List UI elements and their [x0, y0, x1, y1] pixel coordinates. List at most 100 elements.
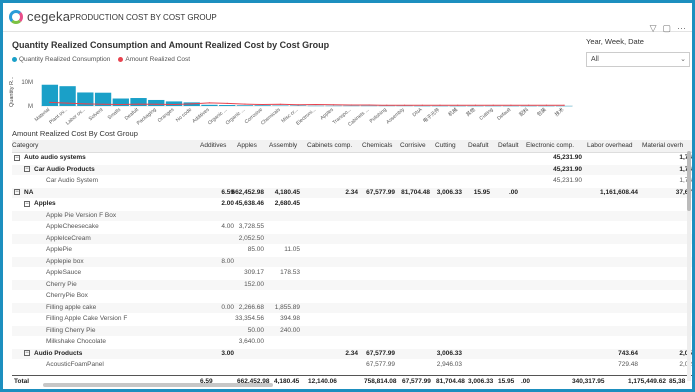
x-tick-label: 技术: [553, 106, 565, 118]
table-row[interactable]: AppleCheesecake 4.00 3,728.55: [12, 222, 692, 232]
row-label-text: NA: [24, 188, 34, 196]
table-row[interactable]: Car Audio System 45,231.90 1,76: [12, 176, 692, 186]
column-header[interactable]: Cutting: [435, 142, 456, 149]
column-header[interactable]: Electronic comp.: [526, 142, 574, 149]
row-label: Cherry Pie: [46, 281, 77, 288]
table-cell: .00: [508, 188, 518, 196]
table-row[interactable]: Milkshake Chocolate 3,640.00: [12, 337, 692, 347]
table-row[interactable]: AcousticFoamPanel 67,577.99 2,946.03 729.48…: [12, 360, 692, 370]
point-amount: [155, 103, 157, 105]
table-row[interactable]: AppleIceCream 2,052.50: [12, 233, 692, 244]
table-cell: 3.00: [221, 349, 234, 357]
legend-item-quantity[interactable]: Quantity Realized Consumption: [12, 56, 110, 63]
row-label: Filling Cherry Pie: [46, 327, 96, 334]
total-cell: 1,175,449.62: [628, 378, 666, 385]
focus-icon[interactable]: ▢: [662, 23, 671, 34]
table-row[interactable]: Applepie box 8.00: [12, 256, 692, 267]
point-amount: [474, 104, 477, 106]
column-header[interactable]: Corrisive: [400, 142, 426, 149]
row-label-text: ApplePie: [46, 246, 73, 253]
table-cell: 2.34: [345, 188, 358, 196]
collapse-icon[interactable]: −: [14, 189, 20, 195]
table-row[interactable]: Cherry Pie 152.00: [12, 279, 692, 290]
x-tick-label: No code: [175, 107, 193, 124]
row-label: Apple Pie Version F Box: [46, 212, 116, 219]
row-label: Car Audio System: [46, 177, 98, 184]
slicer-title: Year, Week, Date: [586, 37, 644, 46]
table-row[interactable]: − Auto audio systems 45,231.90 1,76: [12, 153, 692, 163]
column-header[interactable]: Deafult: [468, 142, 489, 149]
table-row[interactable]: Filling Apple Cake Version F 33,354.56 394…: [12, 314, 692, 324]
slicer-dropdown[interactable]: All ⌄: [586, 52, 690, 67]
table-cell: 2,946.03: [436, 361, 462, 368]
table-cell: 240.00: [280, 326, 300, 334]
point-amount: [49, 101, 51, 103]
table-row[interactable]: AppleSauce 309.17 178.53: [12, 268, 692, 278]
column-header[interactable]: Labor overhead: [587, 142, 633, 149]
bar-quantity: [201, 104, 218, 106]
point-amount: [528, 104, 530, 106]
collapse-icon[interactable]: −: [14, 154, 20, 161]
table-row[interactable]: ApplePie 85.00 11.05: [12, 245, 692, 255]
table-row[interactable]: CherryPie Box: [12, 291, 692, 301]
collapse-icon[interactable]: −: [24, 350, 30, 356]
table-row[interactable]: − Apples 2.00 45,638.46 2,680.45: [12, 199, 692, 209]
logo-text: cegeka: [27, 9, 71, 24]
point-amount: [421, 104, 423, 106]
point-amount: [333, 104, 335, 106]
table-row[interactable]: Filling Cherry Pie 50.00 240.00: [12, 325, 692, 336]
table-cell: 394.98: [280, 315, 300, 322]
horizontal-scrollbar[interactable]: [43, 383, 273, 387]
more-icon[interactable]: ⋯: [677, 23, 686, 34]
row-label: AcousticFoamPanel: [46, 361, 104, 368]
vertical-scrollbar[interactable]: [687, 151, 691, 381]
row-label-text: AppleCheesecake: [46, 223, 99, 230]
column-header[interactable]: Cabinets comp.: [307, 142, 352, 149]
legend-dot-icon: [12, 56, 17, 62]
collapse-icon[interactable]: −: [24, 166, 30, 172]
x-tick-label: Assembly: [385, 107, 406, 126]
column-header[interactable]: Material overh: [642, 142, 683, 149]
chart-title: Quantity Realized Consumption and Amount…: [12, 40, 330, 50]
column-header[interactable]: Apples: [237, 142, 257, 149]
x-tick-label: DNA: [412, 107, 424, 119]
x-tick-label: Electroni...: [295, 107, 317, 127]
filter-icon[interactable]: ▽: [650, 23, 657, 34]
table-row[interactable]: − Audio Products 3.00 2.34 67,577.99 3,006.33…: [12, 348, 692, 359]
table-cell: 1,855.89: [274, 303, 300, 311]
point-amount: [137, 103, 140, 105]
total-label: Total: [14, 378, 30, 385]
table-row[interactable]: Apple Pie Version F Box: [12, 210, 692, 221]
x-tick-label: Default: [496, 107, 512, 122]
point-amount: [262, 103, 264, 106]
bar-quantity: [236, 105, 254, 106]
table-cell: 178.53: [280, 269, 300, 276]
table-cell: 67,577.99: [366, 361, 395, 368]
collapse-icon[interactable]: −: [24, 200, 30, 207]
x-tick-label: 电子元件: [421, 106, 441, 124]
column-header[interactable]: Assembly: [269, 142, 297, 149]
point-amount: [67, 102, 69, 104]
column-header[interactable]: Default: [498, 142, 519, 149]
table-cell: 1,161,608.44: [600, 188, 638, 196]
table-row[interactable]: − Car Audio Products 45,231.90 1,76: [12, 164, 692, 175]
legend-item-amount[interactable]: Amount Realized Cost: [118, 56, 190, 63]
row-label-text: Car Audio System: [46, 177, 99, 184]
total-cell: 15.95: [498, 378, 515, 385]
column-header[interactable]: Additives: [200, 142, 226, 149]
table-cell: 0.00: [221, 303, 234, 311]
point-amount: [191, 103, 193, 105]
table-row[interactable]: − NA 6.59 662,452.98 4,180.45 2.34 67,577.99 81…: [12, 187, 692, 198]
total-cell: 4,180.45: [274, 378, 300, 385]
table-cell: 45,231.90: [553, 177, 582, 184]
column-header[interactable]: Chemicals: [362, 142, 392, 149]
table-cell: 3,728.55: [238, 223, 264, 230]
table-row[interactable]: Filling apple cake 0.00 2,266.68 1,855.89: [12, 302, 692, 313]
x-tick-label: 包装: [536, 106, 548, 118]
row-label-text: Audio Products: [34, 349, 83, 357]
x-tick-label: Oranges: [157, 107, 176, 124]
scrollbar-thumb[interactable]: [687, 151, 691, 211]
point-amount: [545, 104, 548, 106]
column-header[interactable]: Category: [12, 142, 38, 149]
table-cell: 33,354.56: [235, 315, 264, 322]
